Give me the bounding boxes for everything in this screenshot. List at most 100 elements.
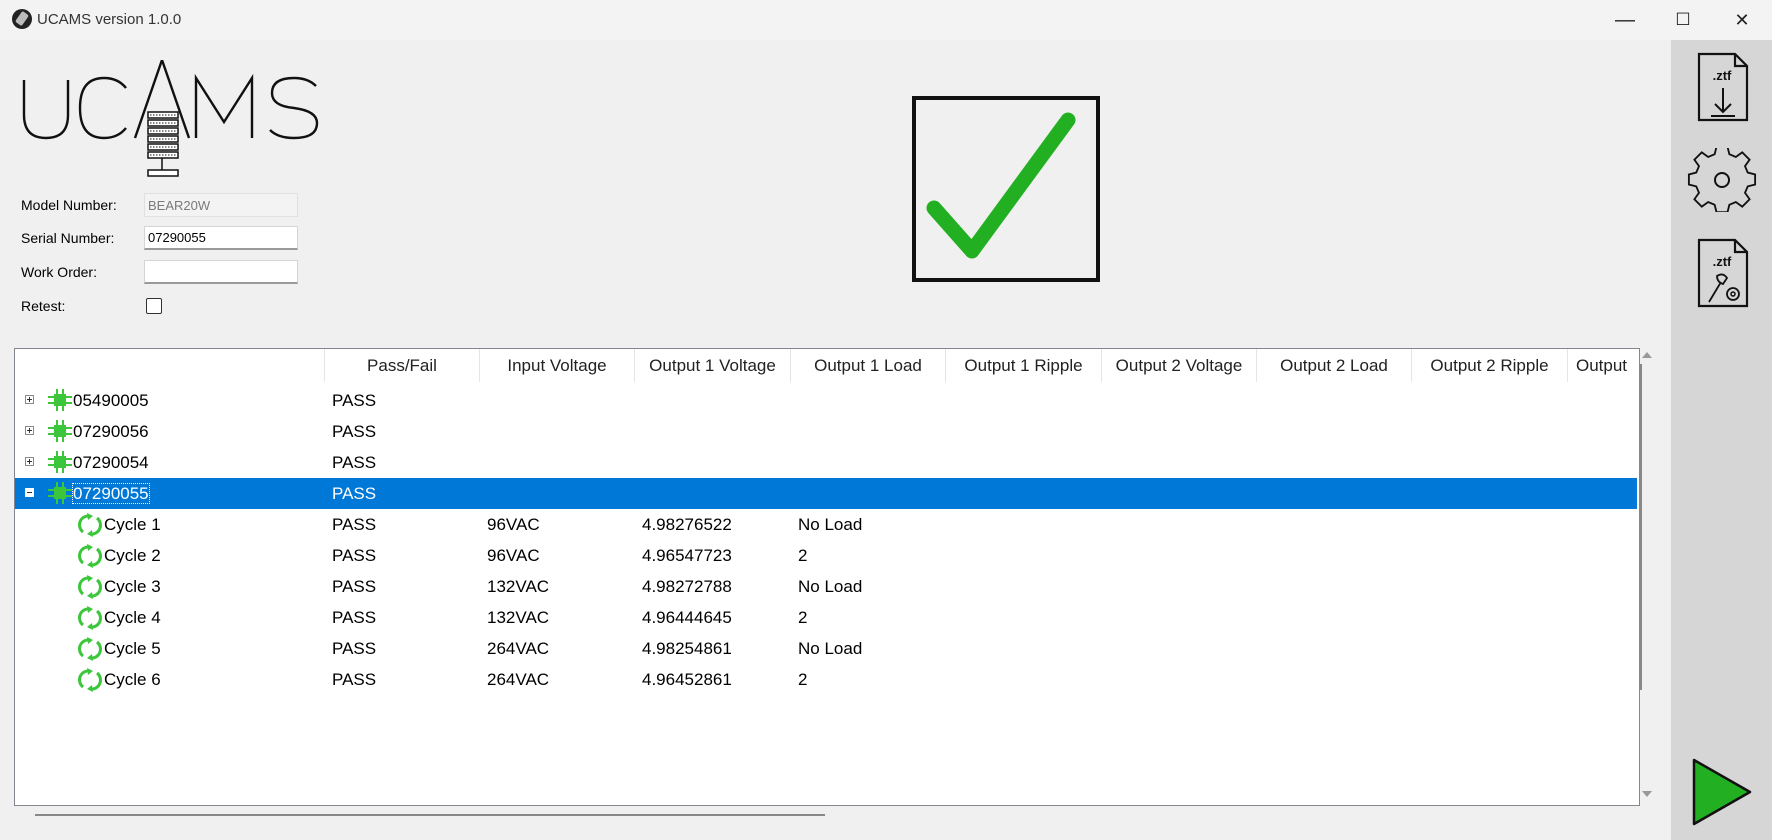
unit-result: PASS [332,391,377,410]
cycle-output1-load: 2 [798,670,808,689]
cycle-output1-load: No Load [798,639,863,658]
cycle-result: PASS [332,515,377,534]
unit-row[interactable]: 07290054 PASS [15,447,1637,478]
cycle-result: PASS [332,639,377,658]
unit-result: PASS [332,422,377,441]
unit-result: PASS [332,453,377,472]
close-button[interactable]: ✕ [1713,0,1771,40]
cycle-input-voltage: 264VAC [487,639,550,658]
serial-number-field[interactable] [144,226,298,250]
settings-button[interactable] [1687,145,1757,217]
unit-serial: 07290056 [73,422,149,441]
minimize-button[interactable]: — [1596,0,1654,40]
column-header-output1-voltage[interactable]: Output 1 Voltage [635,349,791,382]
circuit-board-icon [48,420,72,442]
cycle-output1-voltage: 4.98276522 [642,515,732,534]
work-order-field[interactable] [144,260,298,284]
unit-row-selected[interactable]: 07290055 PASS [15,478,1637,509]
cycle-result: PASS [332,670,377,689]
column-header-name[interactable] [15,349,325,382]
refresh-cycle-icon [78,606,102,630]
cycle-output1-voltage: 4.96547723 [642,546,732,565]
horizontal-scroll-thumb[interactable] [35,814,825,816]
ztf-config-icon [1697,238,1749,308]
cycle-output1-voltage: 4.96444645 [642,608,732,627]
column-header-output1-load[interactable]: Output 1 Load [791,349,946,382]
gear-icon [1687,145,1757,214]
unit-result: PASS [332,484,377,503]
column-header-pass-fail[interactable]: Pass/Fail [325,349,480,382]
ztf-download-icon [1697,52,1749,122]
pass-status-indicator [912,96,1100,287]
cycle-row[interactable]: Cycle 4 PASS 132VAC 4.96444645 2 [15,602,1637,633]
circuit-board-icon [48,482,72,504]
refresh-cycle-icon [78,544,102,568]
window-title: UCAMS version 1.0.0 [37,11,182,28]
retest-checkbox[interactable] [146,298,162,314]
refresh-cycle-icon [78,637,102,661]
column-header-output2-load[interactable]: Output 2 Load [1257,349,1412,382]
column-header-output1-ripple[interactable]: Output 1 Ripple [946,349,1102,382]
download-ztf-button[interactable]: .ztf [1687,52,1757,129]
maximize-button[interactable]: ☐ [1654,0,1712,40]
model-number-label: Model Number: [21,197,117,213]
ucams-logo: U [22,56,322,187]
run-test-button[interactable] [1687,758,1757,833]
cycle-output1-voltage: 4.96452861 [642,670,732,689]
refresh-cycle-icon [78,513,102,537]
work-order-label: Work Order: [21,264,97,280]
unit-row[interactable]: 07290056 PASS [15,416,1637,447]
title-bar: UCAMS version 1.0.0 — ☐ ✕ [0,0,1772,40]
unit-serial: 07290054 [73,453,149,472]
cycle-name: Cycle 3 [104,577,161,596]
cycle-name: Cycle 2 [104,546,161,565]
refresh-cycle-icon [78,668,102,692]
cycle-input-voltage: 264VAC [487,670,550,689]
scroll-down-arrow-icon[interactable] [1642,791,1652,797]
retest-label: Retest: [21,298,66,314]
cycle-output1-load: 2 [798,546,808,565]
cycle-output1-load: No Load [798,577,863,596]
cycle-name: Cycle 4 [104,608,161,627]
expand-icon[interactable] [25,395,34,404]
cycle-name: Cycle 1 [104,515,161,534]
cycle-row[interactable]: Cycle 5 PASS 264VAC 4.98254861 No Load [15,633,1637,664]
scroll-up-arrow-icon[interactable] [1642,352,1652,358]
configure-ztf-label: .ztf [1712,254,1732,269]
cycle-row[interactable]: Cycle 1 PASS 96VAC 4.98276522 No Load [15,509,1637,540]
model-number-field [144,193,298,217]
cycle-output1-voltage: 4.98254861 [642,639,732,658]
configure-ztf-button[interactable]: .ztf [1687,238,1757,315]
cycle-input-voltage: 132VAC [487,608,550,627]
cycle-output1-load: 2 [798,608,808,627]
unit-serial: 05490005 [73,391,149,410]
app-icon [12,9,32,29]
column-header-output2-voltage[interactable]: Output 2 Voltage [1102,349,1257,382]
column-header-output[interactable]: Output [1568,349,1639,382]
column-header-output2-ripple[interactable]: Output 2 Ripple [1412,349,1568,382]
grid-header: Pass/Fail Input Voltage Output 1 Voltage… [15,349,1639,382]
expand-icon[interactable] [25,426,34,435]
cycle-input-voltage: 96VAC [487,515,540,534]
cycle-output1-voltage: 4.98272788 [642,577,732,596]
cycle-row[interactable]: Cycle 3 PASS 132VAC 4.98272788 No Load [15,571,1637,602]
cycle-result: PASS [332,546,377,565]
collapse-icon[interactable] [25,488,34,497]
cycle-output1-load: No Load [798,515,863,534]
cycle-input-voltage: 132VAC [487,577,550,596]
unit-serial: 07290055 [72,483,150,504]
cycle-row[interactable]: Cycle 6 PASS 264VAC 4.96452861 2 [15,664,1637,695]
vertical-scroll-thumb[interactable] [1640,364,1642,690]
cycle-result: PASS [332,608,377,627]
cycle-row[interactable]: Cycle 2 PASS 96VAC 4.96547723 2 [15,540,1637,571]
unit-row[interactable]: 05490005 PASS [15,385,1637,416]
cycle-name: Cycle 6 [104,670,161,689]
expand-icon[interactable] [25,457,34,466]
cycle-name: Cycle 5 [104,639,161,658]
play-icon [1692,758,1752,826]
refresh-cycle-icon [78,575,102,599]
results-tree-grid[interactable]: Pass/Fail Input Voltage Output 1 Voltage… [14,348,1640,806]
circuit-board-icon [48,451,72,473]
column-header-input-voltage[interactable]: Input Voltage [480,349,635,382]
download-ztf-label: .ztf [1712,68,1732,83]
